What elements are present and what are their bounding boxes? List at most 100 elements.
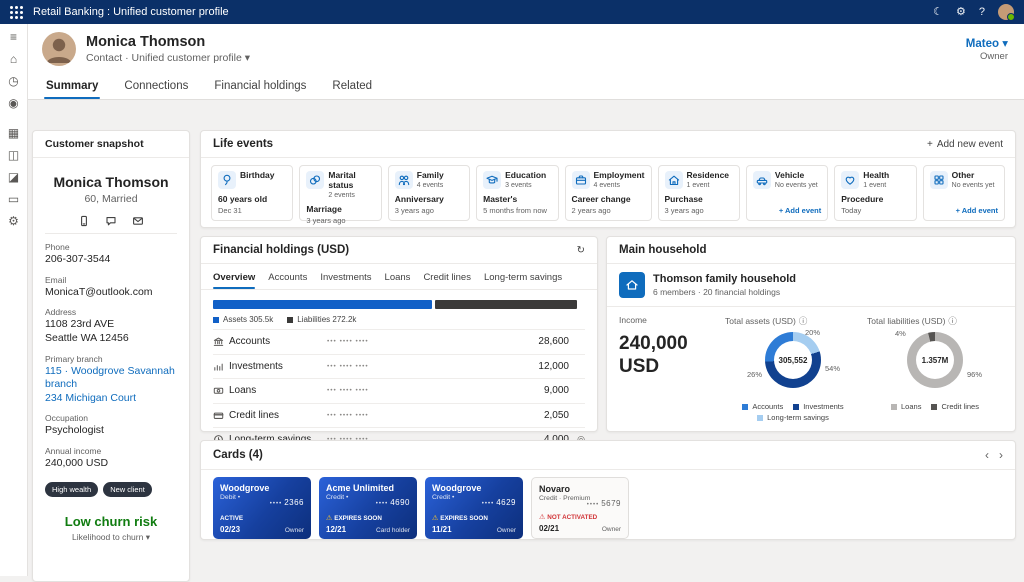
- fh-tab-investments[interactable]: Investments: [320, 272, 371, 289]
- help-icon[interactable]: ?: [979, 7, 985, 18]
- home-icon[interactable]: ⌂: [10, 53, 17, 65]
- card-status: ⚠EXPIRES SOON: [432, 515, 488, 522]
- info-icon[interactable]: ⓘ: [799, 315, 808, 327]
- page-title: Monica Thomson: [86, 34, 250, 50]
- menu-icon[interactable]: ≡: [10, 31, 17, 43]
- card-role: Owner: [497, 527, 516, 534]
- record-type-selector[interactable]: Contact · Unified customer profile ▾: [86, 52, 250, 64]
- tab-related[interactable]: Related: [330, 80, 374, 99]
- bank-card[interactable]: Woodgrove Debit • ••••2366 ACTIVE 02/23 …: [213, 477, 311, 539]
- assets-total: 305,552: [779, 356, 808, 365]
- household-record[interactable]: Thomson family household 6 members · 20 …: [607, 264, 1015, 307]
- cards-nav-icon[interactable]: ▭: [8, 193, 19, 205]
- waffle-icon[interactable]: [10, 6, 23, 19]
- chart-bars-icon: [213, 361, 229, 372]
- tab-financial-holdings[interactable]: Financial holdings: [212, 80, 308, 99]
- life-event-card-vehicle[interactable]: VehicleNo events yet + Add event: [746, 165, 828, 221]
- add-event-link[interactable]: + Add event: [779, 206, 821, 215]
- life-event-card-employment[interactable]: Employment4 events Career change 2 years…: [565, 165, 652, 221]
- holdings-row-accounts[interactable]: Accounts ••• •••• •••• 28,600: [213, 329, 585, 354]
- record-header: Monica Thomson Contact · Unified custome…: [28, 24, 1024, 74]
- tab-summary[interactable]: Summary: [44, 80, 100, 99]
- other-icon: [930, 171, 948, 189]
- fh-tab-loans[interactable]: Loans: [385, 272, 411, 289]
- pinned-icon[interactable]: ◉: [8, 97, 18, 109]
- life-event-card-residence[interactable]: Residence1 event Purchase 3 years ago: [658, 165, 740, 221]
- settings-gear-icon[interactable]: ⚙: [956, 7, 966, 18]
- life-events-panel: Life events +Add new event Birthday 60 y…: [200, 130, 1016, 228]
- life-event-card-health[interactable]: Health1 event Procedure Today: [834, 165, 916, 221]
- email-value[interactable]: MonicaT@outlook.com: [45, 286, 177, 300]
- add-event-link[interactable]: + Add event: [956, 206, 998, 215]
- marital-status-icon: [306, 171, 324, 189]
- liabilities-legend: Loans Credit lines: [867, 402, 1003, 411]
- dashboard-icon[interactable]: ▦: [8, 127, 19, 139]
- user-avatar[interactable]: [998, 4, 1014, 20]
- recent-icon[interactable]: ◷: [8, 75, 18, 87]
- segment-badge-high-wealth: High wealth: [45, 482, 98, 497]
- card-status: ⚠NOT ACTIVATED: [539, 514, 597, 521]
- life-event-card-other[interactable]: OtherNo events yet + Add event: [923, 165, 1005, 221]
- navigation-rail: ≡ ⌂ ◷ ◉ ▦ ◫ ◪ ▭ ⚙: [0, 24, 28, 576]
- chat-icon[interactable]: [105, 215, 117, 227]
- analytics-icon[interactable]: ◪: [8, 171, 19, 183]
- branch-link[interactable]: 115 · Woodgrove Savannah branch234 Michi…: [45, 365, 177, 406]
- info-icon[interactable]: ⓘ: [948, 315, 957, 327]
- assets-liabilities-bar: [201, 290, 597, 312]
- card-role: Card holder: [376, 527, 410, 534]
- financial-holdings-panel: Financial holdings (USD) ↻ Overview Acco…: [200, 236, 598, 432]
- life-event-card-family[interactable]: Family4 events Anniversary 3 years ago: [388, 165, 470, 221]
- bank-card[interactable]: Novaro Credit · Premium ••••5679 ⚠NOT AC…: [531, 477, 629, 539]
- panel-title: Financial holdings (USD): [213, 244, 349, 256]
- bank-icon: [213, 336, 229, 347]
- email-label: Email: [45, 275, 177, 285]
- life-event-card-education[interactable]: Education3 events Master's 5 months from…: [476, 165, 558, 221]
- occupation-label: Occupation: [45, 413, 177, 423]
- fh-tab-long-term-savings[interactable]: Long-term savings: [484, 272, 562, 289]
- vehicle-icon: [753, 171, 771, 189]
- churn-risk-caption[interactable]: Likelihood to churn ▾: [33, 532, 189, 543]
- main-household-panel: Main household Thomson family household …: [606, 236, 1016, 432]
- chevron-down-icon: ▾: [245, 52, 250, 64]
- phone-icon[interactable]: [78, 215, 90, 227]
- cards-panel: Cards (4) ‹ › Woodgrove Debit • ••••2366…: [200, 440, 1016, 540]
- liabilities-total: 1.357M: [922, 356, 949, 365]
- owner-field[interactable]: Mateo ▾ Owner: [966, 36, 1008, 62]
- refresh-icon[interactable]: ↻: [577, 245, 585, 256]
- card-status: ACTIVE: [220, 515, 243, 522]
- panel-title: Customer snapshot: [45, 138, 144, 150]
- customers-icon[interactable]: ◫: [8, 149, 19, 161]
- credit-card-icon: [213, 410, 229, 421]
- holdings-row-loans[interactable]: Loans ••• •••• •••• 9,000: [213, 378, 585, 403]
- panel-title: Main household: [619, 244, 707, 256]
- form-tabs: Summary Connections Financial holdings R…: [28, 74, 1024, 100]
- house-icon: [619, 272, 645, 298]
- carousel-next-icon[interactable]: ›: [999, 448, 1003, 462]
- life-event-card-marital-status[interactable]: Marital status2 events Marriage 3 years …: [299, 165, 381, 221]
- card-expiry: 02/21: [539, 524, 559, 533]
- fh-tab-overview[interactable]: Overview: [213, 272, 255, 289]
- life-event-card-birthday[interactable]: Birthday 60 years old Dec 31: [211, 165, 293, 221]
- fh-tab-accounts[interactable]: Accounts: [268, 272, 307, 289]
- contact-avatar: [42, 32, 76, 66]
- phone-value[interactable]: 206-307-3544: [45, 253, 177, 267]
- assets-donut-chart: 305,552 20% 54% 26%: [725, 332, 861, 398]
- settings-nav-icon[interactable]: ⚙: [8, 215, 19, 227]
- email-icon[interactable]: [132, 215, 144, 227]
- tab-connections[interactable]: Connections: [122, 80, 190, 99]
- financial-holdings-tabs: Overview Accounts Investments Loans Cred…: [201, 264, 597, 290]
- bank-card[interactable]: Acme Unlimited Credit • ••••4690 ⚠EXPIRE…: [319, 477, 417, 539]
- education-icon: [483, 171, 501, 189]
- customer-name: Monica Thomson: [33, 174, 189, 190]
- holdings-row-investments[interactable]: Investments ••• •••• •••• 12,000: [213, 354, 585, 379]
- carousel-prev-icon[interactable]: ‹: [985, 448, 989, 462]
- assets-bar-segment: [213, 300, 432, 309]
- add-new-event-button[interactable]: +Add new event: [927, 139, 1003, 150]
- copilot-icon[interactable]: ☾: [933, 7, 943, 18]
- holdings-row-credit-lines[interactable]: Credit lines ••• •••• •••• 2,050: [213, 403, 585, 428]
- card-expiry: 11/21: [432, 525, 452, 534]
- bank-card[interactable]: Woodgrove Credit • ••••4629 ⚠EXPIRES SOO…: [425, 477, 523, 539]
- fh-tab-credit-lines[interactable]: Credit lines: [423, 272, 471, 289]
- legend-liabilities: Liabilities 272.2k: [287, 315, 356, 324]
- income-label: Income: [619, 315, 719, 325]
